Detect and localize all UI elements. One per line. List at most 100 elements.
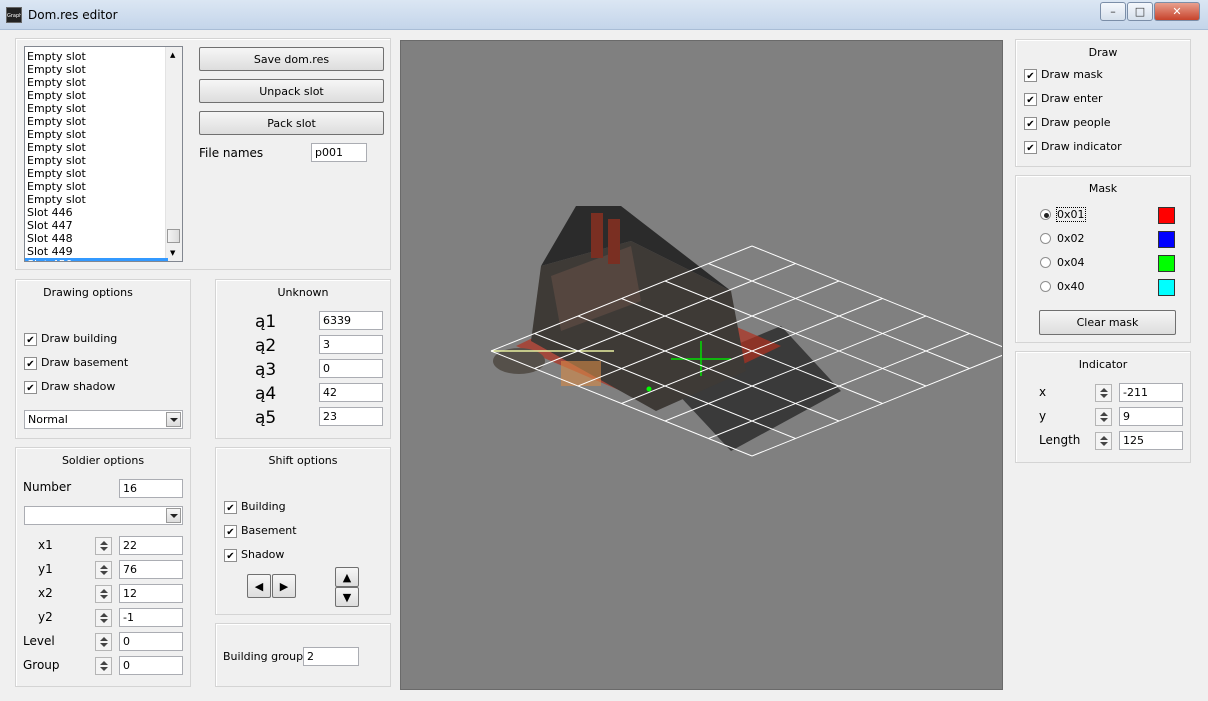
- save-domres-button[interactable]: Save dom.res: [199, 47, 384, 71]
- unknown-input[interactable]: 6339: [319, 311, 383, 330]
- soldier-type-select[interactable]: [24, 506, 183, 525]
- people-marker: [646, 386, 652, 392]
- soldier-field-input[interactable]: 76: [119, 560, 183, 579]
- soldier-field-spinner[interactable]: [95, 609, 112, 627]
- shift-right-button[interactable]: ▶: [272, 574, 296, 598]
- mask-radio[interactable]: [1040, 281, 1051, 292]
- scroll-thumb[interactable]: [167, 229, 180, 243]
- unpack-slot-button[interactable]: Unpack slot: [199, 79, 384, 103]
- arrow-right-icon: ▶: [279, 579, 289, 593]
- draw-people-checkbox[interactable]: [1024, 117, 1037, 130]
- shift-down-button[interactable]: ▼: [335, 587, 359, 607]
- list-item[interactable]: Empty slot: [25, 50, 168, 63]
- title-bar[interactable]: Graph Dom.res editor – □ ✕: [0, 0, 1208, 30]
- window-title: Dom.res editor: [28, 8, 118, 22]
- chimney-right: [608, 219, 620, 264]
- soldier-field-input[interactable]: -1: [119, 608, 183, 627]
- list-item[interactable]: Empty slot: [25, 180, 168, 193]
- mask-option-label: 0x04: [1057, 256, 1085, 269]
- close-button[interactable]: ✕: [1154, 2, 1200, 21]
- mask-radio[interactable]: [1040, 257, 1051, 268]
- shift-up-button[interactable]: ▲: [335, 567, 359, 587]
- maximize-button[interactable]: □: [1127, 2, 1153, 21]
- draw-indicator-checkbox[interactable]: [1024, 141, 1037, 154]
- unknown-input[interactable]: 23: [319, 407, 383, 426]
- mask-title: Mask: [1088, 182, 1118, 195]
- soldier-field-spinner[interactable]: [95, 537, 112, 555]
- soldier-field-spinner[interactable]: [95, 633, 112, 651]
- indicator-length-spinner[interactable]: [1095, 432, 1112, 450]
- slot-list[interactable]: ▲ ▼ Empty slot Empty slot Empty slot Empty …: [24, 46, 183, 262]
- list-item[interactable]: Empty slot: [25, 128, 168, 141]
- list-item[interactable]: Empty slot: [25, 89, 168, 102]
- draw-building-checkbox[interactable]: [24, 333, 37, 346]
- shift-basement-checkbox[interactable]: [224, 525, 237, 538]
- draw-basement-checkbox[interactable]: [24, 357, 37, 370]
- soldier-field-input[interactable]: 0: [119, 632, 183, 651]
- clear-mask-button[interactable]: Clear mask: [1039, 310, 1176, 335]
- soldier-options-title: Soldier options: [61, 454, 145, 467]
- list-item[interactable]: Empty slot: [25, 141, 168, 154]
- indicator-length-input[interactable]: 125: [1119, 431, 1183, 450]
- mask-radio[interactable]: [1040, 209, 1051, 220]
- soldier-field-label: Group: [23, 658, 60, 672]
- soldier-field-spinner[interactable]: [95, 585, 112, 603]
- indicator-x-label: x: [1039, 385, 1047, 399]
- soldier-field-input[interactable]: 12: [119, 584, 183, 603]
- render-canvas[interactable]: [400, 40, 1003, 690]
- draw-title: Draw: [1088, 46, 1118, 59]
- draw-indicator-label: Draw indicator: [1041, 140, 1122, 153]
- soldier-field-spinner[interactable]: [95, 561, 112, 579]
- indicator-x-input[interactable]: -211: [1119, 383, 1183, 402]
- soldier-field-spinner[interactable]: [95, 657, 112, 675]
- mask-radio[interactable]: [1040, 233, 1051, 244]
- list-item[interactable]: Slot 447: [25, 219, 168, 232]
- shift-building-checkbox[interactable]: [224, 501, 237, 514]
- draw-people-label: Draw people: [1041, 116, 1111, 129]
- unknown-label: ą4: [255, 384, 277, 404]
- soldier-field-label: x1: [38, 538, 53, 552]
- draw-shadow-checkbox[interactable]: [24, 381, 37, 394]
- indicator-title: Indicator: [1078, 358, 1128, 371]
- list-item[interactable]: Slot 449: [25, 245, 168, 258]
- file-names-input[interactable]: p001: [311, 143, 367, 162]
- indicator-y-spinner[interactable]: [1095, 408, 1112, 426]
- mask-color-swatch[interactable]: [1158, 255, 1175, 272]
- list-item[interactable]: Slot 450: [25, 258, 168, 261]
- unknown-input[interactable]: 42: [319, 383, 383, 402]
- draw-mode-select[interactable]: Normal: [24, 410, 183, 429]
- list-item[interactable]: Empty slot: [25, 193, 168, 206]
- shift-shadow-label: Shadow: [241, 548, 285, 561]
- indicator-x-spinner[interactable]: [1095, 384, 1112, 402]
- mask-color-swatch[interactable]: [1158, 279, 1175, 296]
- list-item[interactable]: Slot 448: [25, 232, 168, 245]
- number-input[interactable]: 16: [119, 479, 183, 498]
- list-item[interactable]: Empty slot: [25, 102, 168, 115]
- minimize-button[interactable]: –: [1100, 2, 1126, 21]
- draw-mask-checkbox[interactable]: [1024, 69, 1037, 82]
- list-item[interactable]: Empty slot: [25, 167, 168, 180]
- unknown-input[interactable]: 3: [319, 335, 383, 354]
- soldier-field-input[interactable]: 22: [119, 536, 183, 555]
- list-item[interactable]: Slot 446: [25, 206, 168, 219]
- list-item[interactable]: Empty slot: [25, 76, 168, 89]
- shift-left-button[interactable]: ◀: [247, 574, 271, 598]
- pack-slot-button[interactable]: Pack slot: [199, 111, 384, 135]
- draw-enter-checkbox[interactable]: [1024, 93, 1037, 106]
- shift-shadow-checkbox[interactable]: [224, 549, 237, 562]
- mask-color-swatch[interactable]: [1158, 207, 1175, 224]
- building-group-input[interactable]: 2: [303, 647, 359, 666]
- mask-option-label: 0x01: [1056, 207, 1086, 222]
- list-item[interactable]: Empty slot: [25, 63, 168, 76]
- list-item[interactable]: Empty slot: [25, 154, 168, 167]
- unknown-input[interactable]: 0: [319, 359, 383, 378]
- soldier-field-input[interactable]: 0: [119, 656, 183, 675]
- maximize-icon: □: [1134, 5, 1146, 18]
- draw-enter-label: Draw enter: [1041, 92, 1103, 105]
- indicator-y-input[interactable]: 9: [1119, 407, 1183, 426]
- draw-mask-label: Draw mask: [1041, 68, 1103, 81]
- list-item[interactable]: Empty slot: [25, 115, 168, 128]
- mask-color-swatch[interactable]: [1158, 231, 1175, 248]
- shift-options-title: Shift options: [268, 454, 338, 467]
- draw-mode-value: Normal: [28, 413, 68, 426]
